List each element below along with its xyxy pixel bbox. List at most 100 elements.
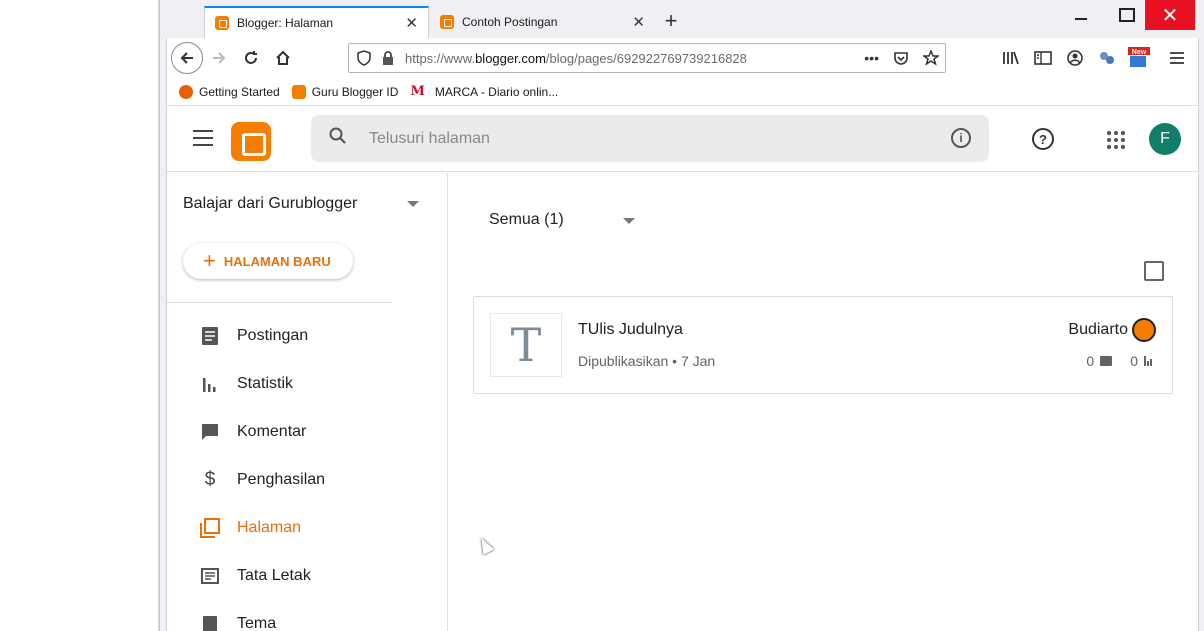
minimize-icon	[1075, 18, 1087, 20]
minimize-button[interactable]	[1058, 0, 1104, 30]
account-icon	[1067, 50, 1083, 66]
search-input[interactable]	[369, 129, 909, 148]
bookmark-label: Guru Blogger ID	[311, 84, 399, 99]
url-path: /blog/pages/692922769739216828	[545, 50, 747, 66]
info-icon[interactable]: i	[951, 128, 971, 148]
bookmark-label: MARCA - Diario onlin...	[434, 84, 559, 99]
maximize-icon	[1119, 8, 1135, 22]
navigation-bar: https://www. blogger.com/blog/pages/69292…	[166, 38, 1199, 78]
sidebar-item-postingan[interactable]: Postingan	[199, 322, 308, 350]
url-actions: •••	[864, 50, 939, 66]
guru-blogger-icon	[291, 84, 306, 99]
account-button[interactable]	[1061, 44, 1089, 72]
sidebar-item-penghasilan[interactable]: $ Penghasilan	[199, 466, 325, 494]
sidebar-item-halaman[interactable]: Halaman	[199, 514, 301, 542]
browser-window: Blogger: Halaman ✕ Contoh Postingan ✕ + …	[159, 0, 1204, 631]
home-icon	[276, 50, 290, 65]
views-icon	[1144, 356, 1152, 366]
tab-label: Contoh Postingan	[462, 15, 558, 29]
dollar-icon: $	[204, 469, 216, 490]
help-icon[interactable]: ?	[1032, 128, 1054, 150]
page-author: Budiarto	[1068, 321, 1128, 338]
plus-icon: +	[203, 248, 216, 273]
url-domain: blogger.com	[475, 50, 546, 66]
bookmark-marca[interactable]: M MARCA - Diario onlin...	[410, 84, 558, 99]
url-prefix: https://www.	[405, 50, 476, 66]
arrow-right-icon	[213, 52, 226, 64]
bookmark-guru-blogger[interactable]: Guru Blogger ID	[291, 84, 399, 99]
close-tab-icon[interactable]: ✕	[405, 14, 418, 32]
blogger-favicon-icon	[440, 15, 454, 29]
url-bar[interactable]: https://www. blogger.com/blog/pages/69292…	[348, 43, 946, 73]
tab-bar: Blogger: Halaman ✕ Contoh Postingan ✕ + …	[160, 0, 1204, 38]
sidebar-item-komentar[interactable]: Komentar	[199, 418, 306, 446]
extension-button[interactable]	[1093, 44, 1121, 72]
caret-down-icon[interactable]	[623, 218, 635, 224]
page-title[interactable]: TUlis Judulnya	[578, 321, 683, 339]
sidebar-item-statistik[interactable]: Statistik	[199, 370, 293, 398]
pages-main-content: Semua (1) T TUlis Judulnya Dipublikasika…	[449, 173, 1198, 631]
apps-grid-icon[interactable]	[1107, 131, 1125, 149]
forward-button[interactable]	[205, 44, 233, 72]
search-icon[interactable]	[329, 127, 351, 150]
marca-icon: M	[410, 84, 425, 99]
page-stats: 0 0	[1086, 353, 1152, 369]
comment-icon	[1100, 356, 1113, 366]
star-bookmark-icon[interactable]	[923, 50, 939, 66]
extension-puzzle-icon	[1100, 52, 1114, 64]
posts-icon	[199, 326, 221, 346]
blog-selector[interactable]: Balajar dari Gurublogger	[183, 195, 357, 213]
back-button[interactable]	[171, 42, 203, 74]
reload-icon	[245, 51, 257, 64]
new-extension-button[interactable]: New	[1125, 44, 1153, 72]
sidebar-item-tema[interactable]: Tema	[199, 610, 276, 631]
close-tab-icon[interactable]: ✕	[632, 13, 645, 31]
page-status: Dipublikasikan • 7 Jan	[578, 353, 716, 369]
menu-button[interactable]	[1163, 44, 1191, 72]
caret-down-icon[interactable]	[407, 201, 419, 207]
filter-dropdown[interactable]: Semua (1)	[489, 211, 564, 229]
author-avatar-icon	[1132, 318, 1156, 342]
pocket-icon[interactable]	[893, 50, 909, 66]
bookmark-getting-started[interactable]: Getting Started	[179, 84, 280, 99]
blogger-logo[interactable]	[231, 122, 271, 161]
pages-icon	[199, 518, 221, 538]
firefox-icon	[179, 84, 193, 99]
comment-icon	[199, 422, 221, 442]
more-actions-icon[interactable]: •••	[864, 50, 879, 66]
new-page-button[interactable]: + HALAMAN BARU	[183, 243, 353, 279]
desktop-background	[0, 0, 159, 631]
avatar[interactable]: F	[1149, 123, 1181, 155]
sidebar-icon	[1034, 51, 1052, 65]
search-bar: i	[311, 115, 989, 162]
reload-button[interactable]	[237, 44, 265, 72]
new-extension-icon: New	[1128, 47, 1150, 67]
view-count: 0	[1130, 353, 1138, 369]
comment-count: 0	[1086, 353, 1095, 369]
new-tab-button[interactable]: +	[658, 8, 684, 34]
sidebar-toggle-button[interactable]	[1029, 44, 1057, 72]
bookmark-label: Getting Started	[199, 84, 280, 99]
list-item[interactable]: T TUlis Judulnya Dipublikasikan • 7 Jan …	[473, 296, 1173, 394]
layout-icon	[199, 566, 221, 586]
maximize-button[interactable]	[1104, 0, 1150, 30]
stats-icon	[199, 374, 221, 394]
hamburger-menu-icon[interactable]	[193, 130, 213, 146]
new-badge-text: New	[1132, 49, 1147, 56]
select-all-checkbox[interactable]	[1144, 261, 1164, 281]
page-thumbnail: T	[490, 313, 562, 377]
bookmarks-bar: Getting Started Guru Blogger ID M MARCA …	[166, 78, 1199, 106]
sidebar: Balajar dari Gurublogger + HALAMAN BARU …	[167, 173, 448, 631]
sidebar-item-tata-letak[interactable]: Tata Letak	[199, 562, 311, 590]
tab-blogger-halaman[interactable]: Blogger: Halaman ✕	[204, 6, 429, 38]
theme-icon	[199, 614, 221, 631]
home-button[interactable]	[269, 44, 297, 72]
new-page-label: HALAMAN BARU	[223, 253, 331, 269]
library-button[interactable]	[997, 44, 1025, 72]
divider	[167, 302, 392, 303]
blogger-page: i ? F Balajar dari Gurublogger + HALAMAN…	[166, 106, 1199, 631]
tab-contoh-postingan[interactable]: Contoh Postingan ✕	[430, 6, 655, 38]
close-window-button[interactable]: ✕	[1145, 0, 1195, 30]
blogger-favicon-icon	[215, 16, 229, 30]
shield-icon	[357, 50, 371, 66]
